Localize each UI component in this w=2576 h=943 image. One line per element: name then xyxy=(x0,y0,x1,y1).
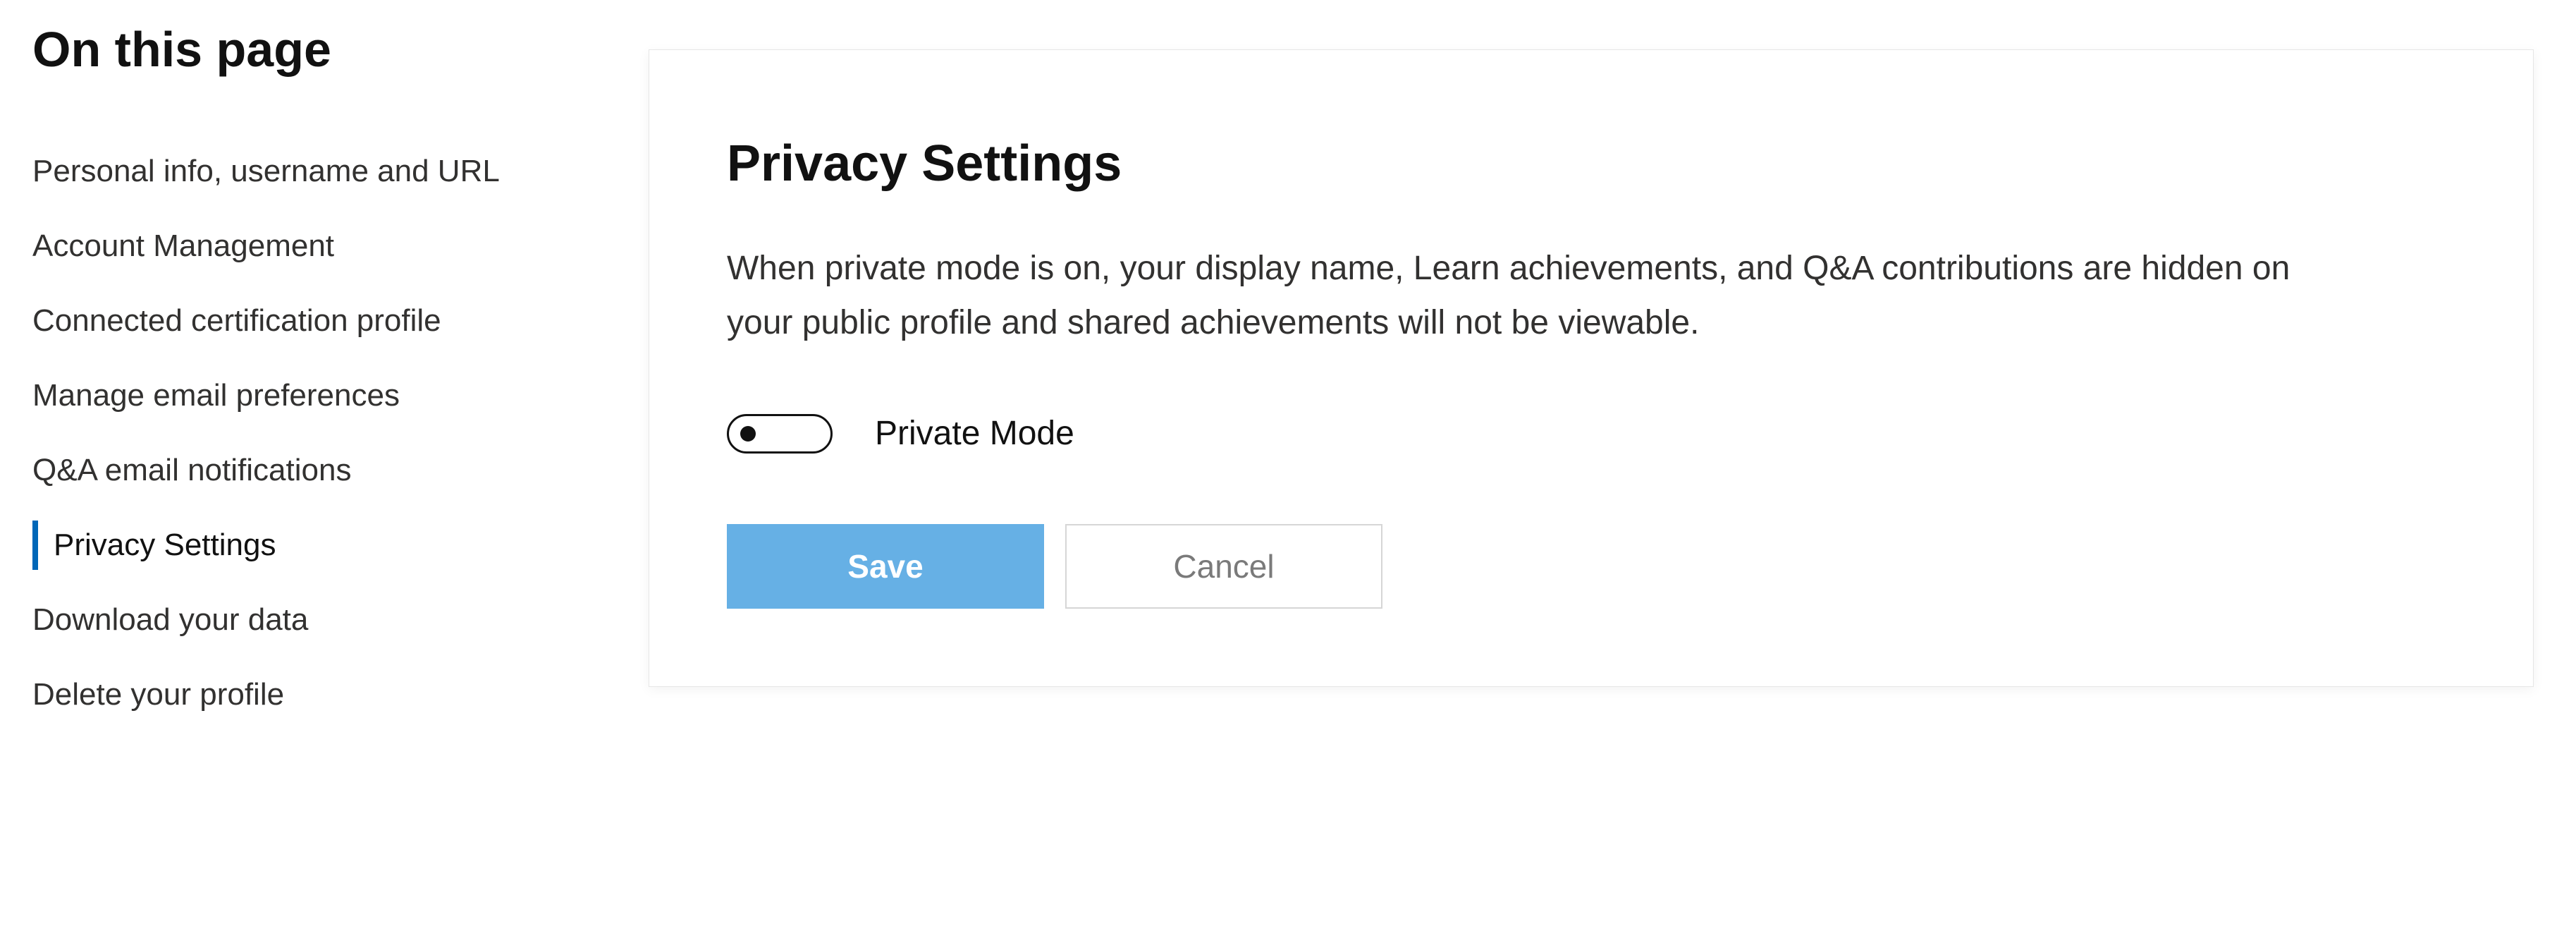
privacy-settings-card: Privacy Settings When private mode is on… xyxy=(649,49,2534,687)
sidebar-item-label: Q&A email notifications xyxy=(32,453,351,487)
sidebar-item-label: Privacy Settings xyxy=(54,528,276,562)
sidebar-item-qa-notifications[interactable]: Q&A email notifications xyxy=(32,433,649,508)
sidebar-item-connected-certification[interactable]: Connected certification profile xyxy=(32,284,649,358)
sidebar-item-label: Connected certification profile xyxy=(32,303,441,338)
private-mode-label: Private Mode xyxy=(875,414,1074,453)
sidebar-item-label: Delete your profile xyxy=(32,677,284,712)
sidebar-item-privacy-settings[interactable]: Privacy Settings xyxy=(32,508,649,583)
sidebar-item-delete-profile[interactable]: Delete your profile xyxy=(32,657,649,732)
sidebar-item-personal-info[interactable]: Personal info, username and URL xyxy=(32,134,649,209)
private-mode-row: Private Mode xyxy=(727,414,2455,454)
sidebar: On this page Personal info, username and… xyxy=(0,21,649,943)
save-button[interactable]: Save xyxy=(727,524,1044,609)
toggle-knob xyxy=(740,426,756,442)
private-mode-toggle[interactable] xyxy=(727,414,833,454)
sidebar-item-download-data[interactable]: Download your data xyxy=(32,583,649,657)
sidebar-item-label: Manage email preferences xyxy=(32,378,400,413)
button-row: Save Cancel xyxy=(727,524,2455,609)
cancel-button[interactable]: Cancel xyxy=(1065,524,1382,609)
sidebar-item-label: Account Management xyxy=(32,229,334,263)
main-content: Privacy Settings When private mode is on… xyxy=(649,21,2576,943)
sidebar-item-label: Download your data xyxy=(32,602,308,637)
sidebar-nav: Personal info, username and URL Account … xyxy=(32,134,649,732)
sidebar-item-account-management[interactable]: Account Management xyxy=(32,209,649,284)
sidebar-item-label: Personal info, username and URL xyxy=(32,154,500,188)
panel-description: When private mode is on, your display na… xyxy=(727,242,2348,351)
sidebar-item-email-preferences[interactable]: Manage email preferences xyxy=(32,358,649,433)
sidebar-heading: On this page xyxy=(32,21,649,78)
panel-title: Privacy Settings xyxy=(727,135,2455,193)
